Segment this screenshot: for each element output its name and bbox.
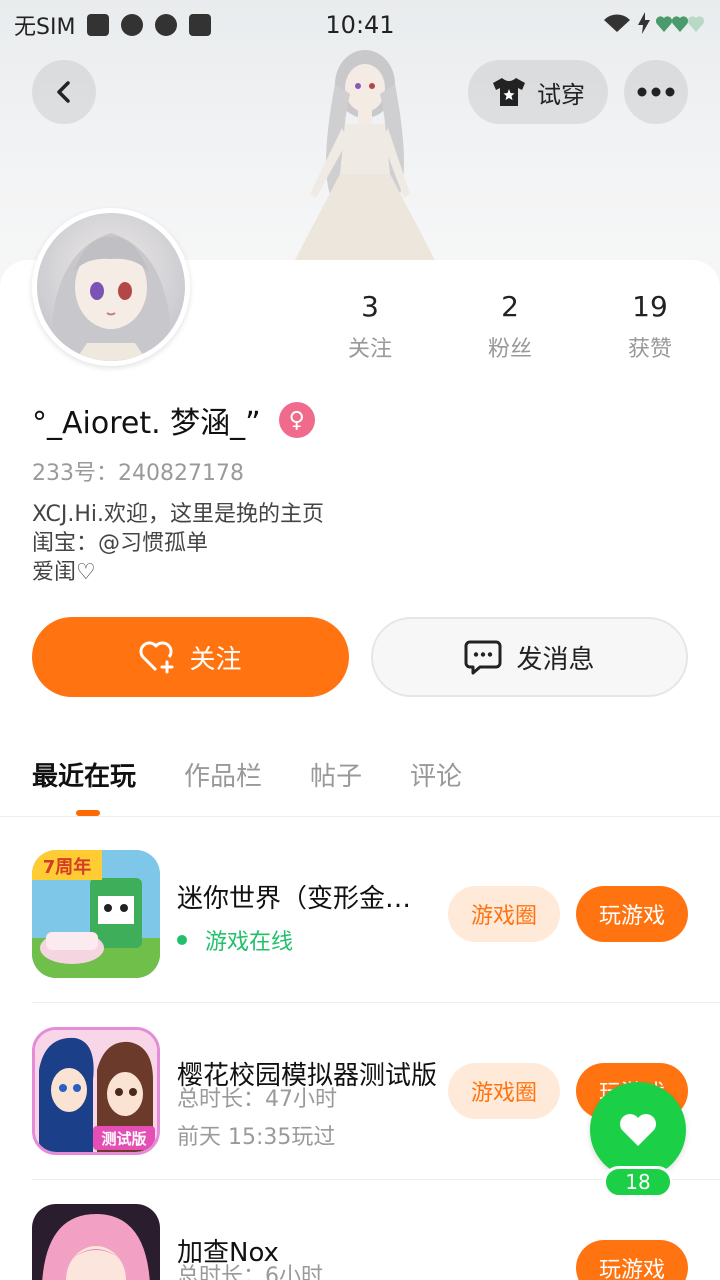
stat-fans-label: 粉丝	[487, 337, 532, 362]
game-icon-badge: 测试版	[101, 1130, 146, 1148]
stat-fans[interactable]: 2 粉丝	[440, 290, 580, 363]
game-list-item[interactable]: 加查Nox 总时长：6小时 玩游戏	[32, 1204, 720, 1280]
send-message-label: 发消息	[516, 644, 595, 675]
back-button[interactable]	[32, 60, 96, 124]
stat-following-label: 关注	[347, 337, 392, 362]
charging-icon	[638, 12, 650, 34]
game-last-played: 前天 15:35玩过	[177, 1125, 336, 1150]
try-on-label: 试穿	[537, 80, 585, 109]
game-icon-mini-world[interactable]: 7周年	[32, 850, 160, 978]
profile-tabs: 最近在玩 作品栏 帖子 评论	[32, 756, 462, 793]
sakura-school-artwork: 测试版	[35, 1030, 157, 1152]
stat-fans-count: 2	[501, 290, 519, 323]
follow-label: 关注	[189, 644, 242, 675]
game-circle-button[interactable]: 游戏圈	[448, 1063, 560, 1119]
try-on-button[interactable]: 试穿	[468, 60, 608, 124]
tshirt-icon	[493, 78, 525, 106]
chevron-left-icon	[57, 81, 70, 103]
avatar-portrait	[50, 233, 172, 361]
game-online-status: 游戏在线	[205, 930, 294, 955]
bio-line: 爱闺♡	[32, 560, 96, 585]
game-icon-gacha-nox[interactable]	[32, 1204, 160, 1280]
heart-plus-icon	[140, 641, 174, 674]
tab-comments[interactable]: 评论	[410, 756, 462, 793]
tab-recently-played[interactable]: 最近在玩	[32, 756, 136, 793]
play-game-button[interactable]: 玩游戏	[576, 886, 688, 942]
wifi-icon	[604, 14, 630, 32]
game-list-item[interactable]: 7周年 迷你世界（变形金刚联动） 游戏在线 游戏圈 玩游戏	[32, 850, 720, 980]
online-status-dot	[177, 935, 187, 945]
like-count-badge: 18	[603, 1166, 673, 1198]
avatar[interactable]	[32, 208, 190, 366]
more-button[interactable]	[624, 60, 688, 124]
stat-following[interactable]: 3 关注	[300, 290, 440, 363]
bio-line: 闺宝：@习惯孤单	[32, 531, 209, 556]
user-id: 233号：240827178	[32, 461, 244, 486]
avatar-3d-figure[interactable]	[290, 44, 440, 264]
game-title: 迷你世界（变形金刚联动）	[177, 884, 437, 914]
username-row: °_Aioret. 梦涵_” ♀	[32, 398, 315, 442]
tab-works[interactable]: 作品栏	[184, 756, 262, 793]
stat-following-count: 3	[361, 290, 379, 323]
more-dots-icon	[637, 87, 675, 97]
battery-hearts-icon	[656, 16, 705, 32]
bio-line: XCJ.Hi.欢迎，这里是挽的主页	[32, 502, 324, 527]
tab-posts[interactable]: 帖子	[310, 756, 362, 793]
play-game-button[interactable]: 玩游戏	[576, 1240, 688, 1280]
like-button[interactable]	[590, 1082, 686, 1178]
game-icon-badge: 7周年	[43, 856, 92, 878]
game-icon-sakura-school[interactable]: 测试版	[32, 1027, 160, 1155]
status-bar: 无SIM 10:41	[0, 0, 720, 50]
username: °_Aioret. 梦涵_”	[32, 406, 261, 441]
heart-icon	[620, 1114, 656, 1146]
list-divider	[32, 1002, 720, 1003]
female-gender-icon: ♀	[278, 402, 315, 438]
mini-world-artwork: 7周年	[32, 850, 160, 978]
game-status: 游戏在线	[177, 924, 293, 956]
game-playtime: 总时长：47小时	[177, 1087, 337, 1112]
game-circle-button[interactable]: 游戏圈	[448, 886, 560, 942]
chat-bubble-icon	[464, 640, 502, 675]
profile-stats: 3 关注 2 粉丝 19 获赞	[300, 290, 720, 363]
stat-likes-count: 19	[632, 290, 668, 323]
bio: XCJ.Hi.欢迎，这里是挽的主页 闺宝：@习惯孤单 爱闺♡	[32, 500, 324, 587]
tabs-divider	[0, 816, 720, 817]
gacha-nox-artwork	[32, 1204, 160, 1280]
stat-likes-label: 获赞	[627, 337, 672, 362]
stat-likes[interactable]: 19 获赞	[580, 290, 720, 363]
send-message-button[interactable]: 发消息	[371, 617, 688, 697]
follow-button[interactable]: 关注	[32, 617, 349, 697]
game-playtime: 总时长：6小时	[177, 1264, 323, 1280]
